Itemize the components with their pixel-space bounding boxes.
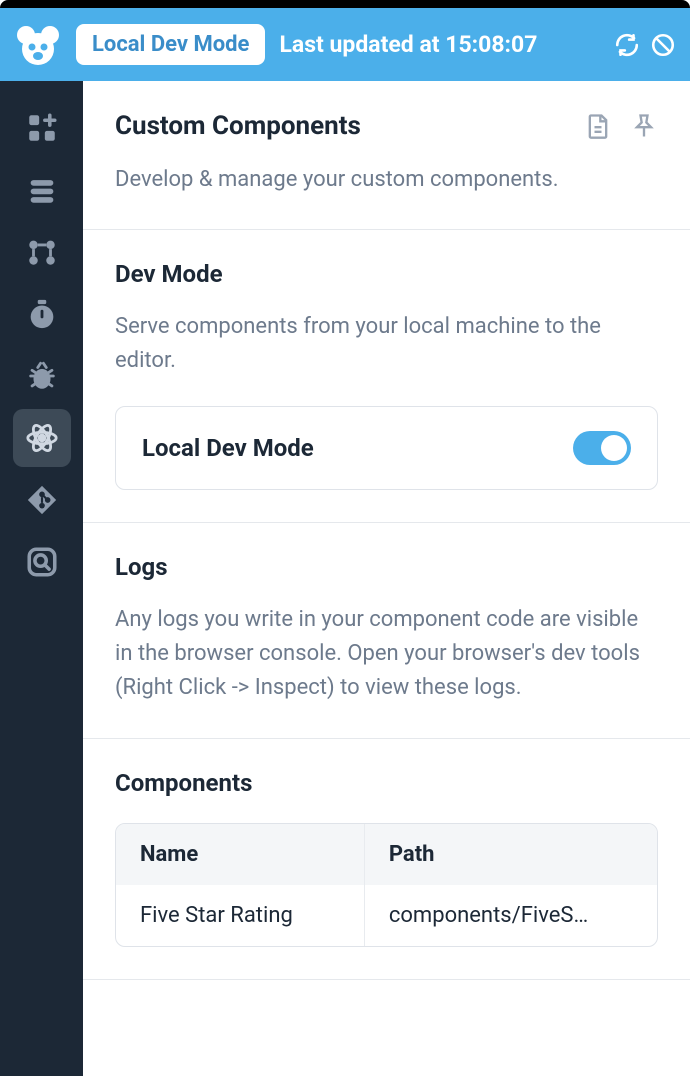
components-title: Components [115, 769, 658, 797]
components-table: Name Path Five Star Rating components/Fi… [115, 823, 658, 947]
disable-icon[interactable] [650, 32, 676, 58]
window-titlebar [0, 0, 690, 8]
dev-mode-section: Dev Mode Serve components from your loca… [83, 230, 690, 523]
table-header: Name Path [116, 824, 657, 885]
th-name: Name [116, 824, 365, 885]
header-bar: Local Dev Mode Last updated at 15:08:07 [0, 8, 690, 81]
docs-icon[interactable] [584, 112, 612, 140]
table-row[interactable]: Five Star Rating components/FiveS… [116, 885, 657, 946]
logs-subtitle: Any logs you write in your component cod… [115, 603, 658, 705]
toggle-knob [601, 435, 627, 461]
sidebar [0, 81, 83, 1076]
sidebar-item-atom[interactable] [13, 409, 71, 467]
dev-mode-subtitle: Serve components from your local machine… [115, 310, 658, 378]
dev-mode-title: Dev Mode [115, 260, 658, 288]
sidebar-item-add-component[interactable] [13, 99, 71, 157]
dev-mode-toggle-label: Local Dev Mode [142, 434, 314, 462]
sidebar-item-list[interactable] [13, 161, 71, 219]
custom-components-title: Custom Components [115, 111, 361, 141]
pin-icon[interactable] [630, 112, 658, 140]
dev-mode-toggle-card: Local Dev Mode [115, 406, 658, 490]
sidebar-item-bug[interactable] [13, 347, 71, 405]
main-content: Custom Components Develop & manage your … [83, 81, 690, 1076]
refresh-icon[interactable] [614, 32, 640, 58]
th-path: Path [365, 824, 657, 885]
td-path: components/FiveS… [365, 885, 657, 946]
sidebar-item-search[interactable] [13, 533, 71, 591]
logs-section: Logs Any logs you write in your componen… [83, 523, 690, 738]
custom-components-section: Custom Components Develop & manage your … [83, 81, 690, 230]
dev-mode-toggle[interactable] [573, 431, 631, 465]
sidebar-item-timer[interactable] [13, 285, 71, 343]
koala-logo-icon [14, 21, 62, 69]
logs-title: Logs [115, 553, 658, 581]
components-section: Components Name Path Five Star Rating co… [83, 739, 690, 980]
sidebar-item-graph[interactable] [13, 223, 71, 281]
local-dev-mode-badge: Local Dev Mode [76, 24, 265, 65]
last-updated-text: Last updated at 15:08:07 [279, 31, 600, 58]
sidebar-item-git[interactable] [13, 471, 71, 529]
custom-components-subtitle: Develop & manage your custom components. [115, 163, 658, 197]
td-name: Five Star Rating [116, 885, 365, 946]
